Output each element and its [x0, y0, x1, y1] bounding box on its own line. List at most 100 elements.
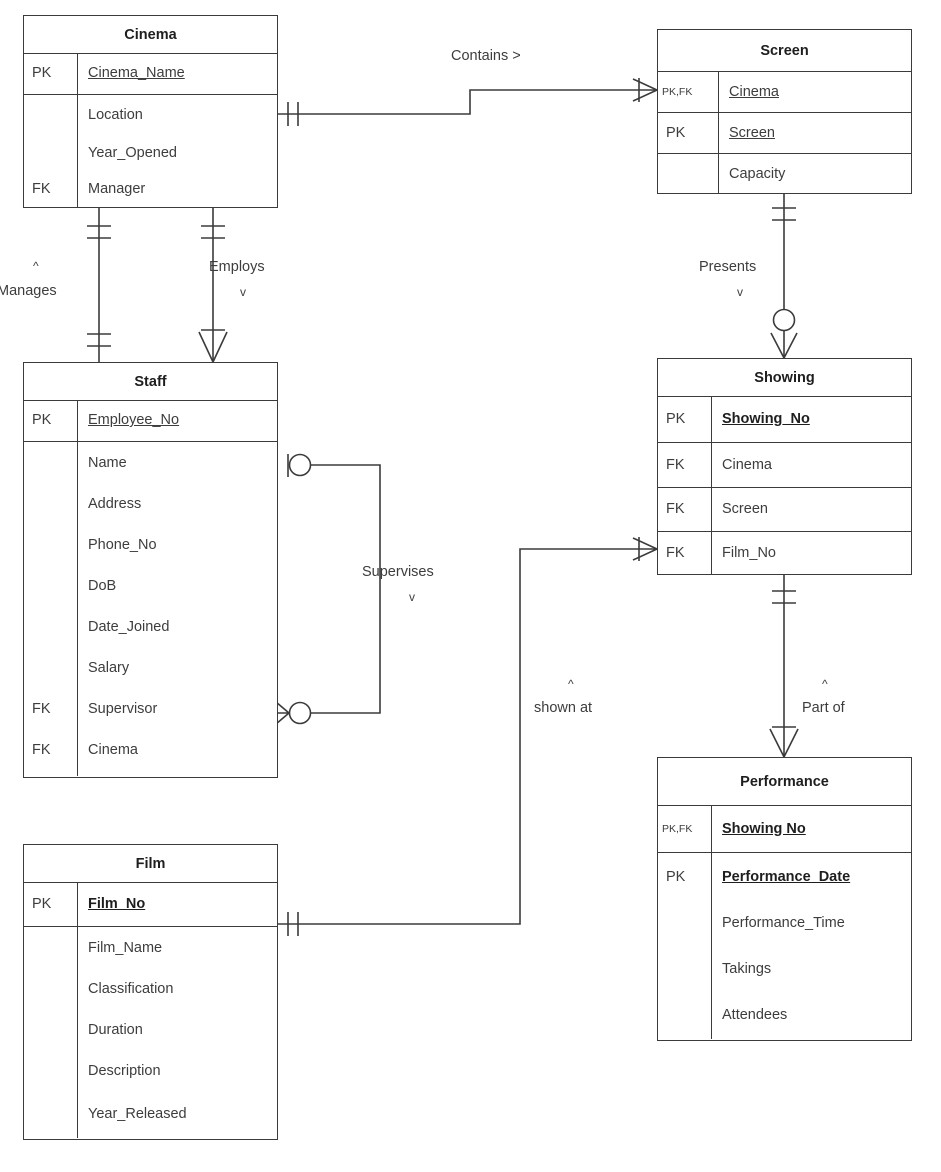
- entity-showing[interactable]: Showing PK Showing_No FK Cinema FK Scree…: [657, 358, 912, 575]
- key-label: [24, 606, 77, 647]
- key-label: [24, 1091, 77, 1136]
- entity-title-film: Film: [24, 845, 277, 883]
- attribute-performance-time: Performance_Time: [722, 915, 845, 931]
- entity-group-showing-pk: PK Showing_No: [658, 397, 911, 443]
- key-label: [24, 483, 77, 524]
- relationship-label-contains: Contains >: [451, 48, 521, 64]
- key-label: [24, 95, 77, 135]
- relationship-caret-supervises: v: [409, 590, 415, 604]
- key-label: [24, 968, 77, 1009]
- key-label: [658, 992, 711, 1038]
- edge-presents: [770, 194, 798, 359]
- attribute-showing-no: Showing_No: [722, 411, 810, 427]
- entity-film[interactable]: Film PK Film_No Film_Name Classification…: [23, 844, 278, 1140]
- attribute-showing-film-no: Film_No: [722, 545, 776, 561]
- entity-screen[interactable]: Screen PK,FK Cinema PK Screen Capacity: [657, 29, 912, 194]
- key-label: FK: [666, 501, 685, 517]
- entity-group-performance-pkfk: PK,FK Showing No: [658, 806, 911, 853]
- attribute-year-opened: Year_Opened: [88, 145, 177, 161]
- relationship-label-manages: Manages: [0, 283, 57, 299]
- attribute-cinema-name: Cinema_Name: [88, 65, 185, 81]
- key-label: FK: [666, 456, 685, 473]
- key-label: PK: [666, 124, 686, 141]
- attribute-takings: Takings: [722, 961, 772, 977]
- attribute-duration: Duration: [88, 1021, 143, 1038]
- relationship-caret-shown-at: ^: [568, 677, 574, 691]
- relationship-label-part-of: Part of: [802, 700, 845, 716]
- attribute-classification: Classification: [88, 980, 174, 997]
- relationship-caret-employs: v: [240, 285, 246, 299]
- entity-performance[interactable]: Performance PK,FK Showing No PK Performa…: [657, 757, 912, 1041]
- attribute-employee-no: Employee_No: [88, 412, 180, 428]
- entity-title-cinema: Cinema: [24, 16, 277, 54]
- relationship-label-supervises: Supervises: [362, 564, 434, 580]
- key-label: [24, 565, 77, 606]
- attribute-performance-showing-no: Showing No: [722, 820, 806, 837]
- entity-group-screen-pkfk: PK,FK Cinema: [658, 72, 911, 113]
- key-label: FK: [666, 545, 685, 561]
- entity-group-staff-pk: PK Employee_No: [24, 401, 277, 442]
- entity-group-showing-screen: FK Screen: [658, 488, 911, 532]
- key-label: PK: [32, 65, 52, 81]
- entity-title-screen: Screen: [658, 30, 911, 72]
- entity-staff[interactable]: Staff PK Employee_No FK FK Name Address …: [23, 362, 278, 778]
- attribute-salary: Salary: [88, 659, 130, 676]
- edge-manages: [87, 208, 111, 362]
- relationship-label-presents: Presents: [699, 259, 757, 275]
- key-label: [24, 647, 77, 688]
- entity-group-cinema-pk: PK Cinema_Name: [24, 54, 277, 95]
- entity-group-cinema-attrs: FK Location Year_Opened Manager: [24, 95, 277, 207]
- key-label: PK: [666, 868, 686, 885]
- attribute-capacity: Capacity: [729, 165, 786, 182]
- attribute-supervisor: Supervisor: [88, 700, 158, 717]
- key-label: [658, 154, 718, 193]
- attribute-film-name: Film_Name: [88, 939, 163, 956]
- key-label: [658, 900, 711, 946]
- key-label: PK: [32, 896, 52, 912]
- edge-part-of: [769, 575, 799, 758]
- attribute-screen-screen: Screen: [729, 124, 775, 141]
- entity-group-staff-attrs: FK FK Name Address Phone_No DoB Date_Joi…: [24, 442, 277, 776]
- edge-employs: [198, 208, 228, 363]
- entity-group-film-attrs: Film_Name Classification Duration Descri…: [24, 927, 277, 1138]
- entity-title-staff: Staff: [24, 363, 277, 401]
- entity-title-showing: Showing: [658, 359, 911, 397]
- attribute-dob: DoB: [88, 577, 117, 594]
- entity-group-film-pk: PK Film_No: [24, 883, 277, 927]
- attribute-address: Address: [88, 495, 142, 512]
- edge-contains: [278, 78, 658, 126]
- key-label: PK: [32, 412, 52, 428]
- attribute-location: Location: [88, 107, 143, 123]
- attribute-description: Description: [88, 1062, 161, 1079]
- relationship-label-employs: Employs: [209, 259, 265, 275]
- key-label: PK,FK: [662, 822, 693, 835]
- key-label: FK: [32, 181, 51, 197]
- key-label: [24, 1050, 77, 1091]
- edge-supervises: [275, 453, 381, 725]
- key-label: PK,FK: [662, 85, 693, 98]
- attribute-date-joined: Date_Joined: [88, 618, 170, 635]
- key-label: PK: [666, 411, 686, 427]
- attribute-year-released: Year_Released: [88, 1105, 187, 1122]
- attribute-phone-no: Phone_No: [88, 536, 157, 553]
- entity-group-showing-film: FK Film_No: [658, 532, 911, 574]
- attribute-screen-cinema: Cinema: [729, 83, 779, 100]
- relationship-caret-part-of: ^: [822, 677, 828, 691]
- relationship-caret-presents: v: [737, 285, 743, 299]
- attribute-staff-cinema: Cinema: [88, 741, 138, 758]
- entity-group-screen-pk: PK Screen: [658, 113, 911, 154]
- attribute-attendees: Attendees: [722, 1007, 788, 1023]
- attribute-film-no: Film_No: [88, 896, 146, 912]
- entity-group-performance-attrs: PK Performance_Date Performance_Time Tak…: [658, 853, 911, 1039]
- edge-shown-at: [278, 537, 658, 936]
- key-label: [24, 442, 77, 483]
- relationship-caret-manages: ^: [33, 259, 39, 273]
- key-label: FK: [32, 700, 51, 717]
- key-label: [24, 135, 77, 171]
- key-label: FK: [32, 741, 51, 758]
- attribute-performance-date: Performance_Date: [722, 868, 851, 885]
- entity-title-performance: Performance: [658, 758, 911, 806]
- relationship-label-shown-at: shown at: [534, 700, 593, 716]
- entity-group-showing-cinema: FK Cinema: [658, 443, 911, 488]
- entity-cinema[interactable]: Cinema PK Cinema_Name FK Location Year_O…: [23, 15, 278, 208]
